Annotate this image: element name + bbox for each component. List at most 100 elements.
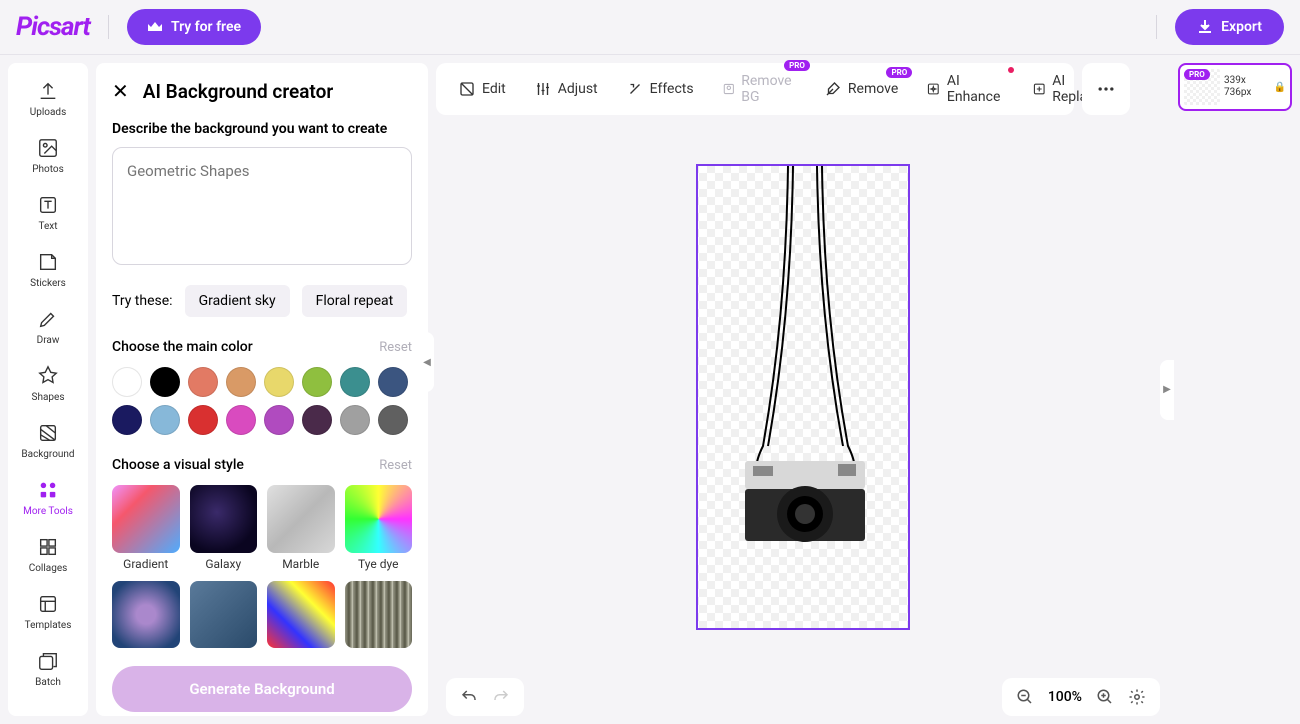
sidebar-item-collages[interactable]: Collages: [16, 529, 80, 580]
color-swatch[interactable]: [264, 405, 294, 435]
export-label: Export: [1221, 19, 1262, 35]
effects-icon: [626, 80, 644, 98]
sidebar-item-uploads[interactable]: Uploads: [16, 73, 80, 124]
artboard[interactable]: [696, 164, 910, 630]
try-free-button[interactable]: Try for free: [127, 9, 261, 45]
style-option[interactable]: Galaxy: [190, 485, 258, 571]
color-swatch[interactable]: [188, 405, 218, 435]
color-swatch[interactable]: [302, 367, 332, 397]
redo-button[interactable]: [492, 688, 510, 706]
ai-enhance-button[interactable]: AI Enhance: [914, 65, 1016, 113]
sidebar-item-templates[interactable]: Templates: [16, 586, 80, 637]
color-swatch[interactable]: [150, 405, 180, 435]
settings-button[interactable]: [1128, 688, 1146, 706]
style-option[interactable]: Gradient: [112, 485, 180, 571]
color-swatch[interactable]: [150, 367, 180, 397]
generate-background-button[interactable]: Generate Background: [112, 666, 412, 712]
next-panel-button[interactable]: ▶: [1160, 360, 1174, 420]
background-icon: [36, 421, 60, 445]
stickers-icon: [36, 250, 60, 274]
edit-button[interactable]: Edit: [446, 72, 518, 106]
color-swatch[interactable]: [378, 405, 408, 435]
color-swatch[interactable]: [264, 367, 294, 397]
canvas-toolbar: Edit Adjust Effects Remove BG PRO Remove…: [436, 63, 1074, 115]
enhance-icon: [926, 80, 941, 98]
reset-style-button[interactable]: Reset: [379, 458, 412, 473]
color-swatch[interactable]: [112, 367, 142, 397]
left-sidebar: Uploads Photos Text Stickers Draw Shapes…: [8, 63, 88, 716]
zoom-out-button[interactable]: [1016, 688, 1034, 706]
color-swatch[interactable]: [112, 405, 142, 435]
adjust-icon: [534, 80, 552, 98]
effects-button[interactable]: Effects: [614, 72, 706, 106]
color-swatch[interactable]: [188, 367, 218, 397]
undo-button[interactable]: [460, 688, 478, 706]
style-thumbnail: [267, 581, 335, 649]
remove-icon: [824, 80, 842, 98]
logo: Picsart: [16, 12, 90, 42]
style-thumbnail: [112, 485, 180, 553]
suggestion-floral-repeat[interactable]: Floral repeat: [302, 285, 408, 317]
batch-icon: [36, 649, 60, 673]
divider: [108, 15, 109, 39]
canvas-stage[interactable]: [436, 125, 1170, 668]
more-tools-button[interactable]: [1082, 63, 1130, 115]
canvas-image: [698, 166, 912, 632]
canvas-zone: Edit Adjust Effects Remove BG PRO Remove…: [436, 63, 1170, 716]
sidebar-item-more-tools[interactable]: More Tools: [16, 472, 80, 523]
sidebar-item-label: Uploads: [30, 107, 66, 118]
divider: [1156, 15, 1157, 39]
layer-thumbnail[interactable]: PRO 339x 736px 🔒: [1178, 63, 1292, 111]
export-button[interactable]: Export: [1175, 9, 1284, 45]
edit-icon: [458, 80, 476, 98]
remove-bg-button[interactable]: Remove BG PRO: [710, 65, 808, 113]
color-swatch[interactable]: [302, 405, 332, 435]
pro-badge: PRO: [886, 67, 912, 78]
layers-panel: PRO 339x 736px 🔒: [1178, 63, 1292, 716]
style-option[interactable]: [345, 581, 413, 649]
reset-color-button[interactable]: Reset: [379, 340, 412, 355]
color-swatch[interactable]: [226, 367, 256, 397]
color-swatch[interactable]: [340, 367, 370, 397]
replace-icon: [1032, 80, 1046, 98]
close-panel-button[interactable]: ✕: [112, 79, 129, 103]
sidebar-item-draw[interactable]: Draw: [16, 301, 80, 352]
tool-label: Edit: [482, 81, 506, 97]
sidebar-item-batch[interactable]: Batch: [16, 643, 80, 694]
sidebar-item-text[interactable]: Text: [16, 187, 80, 238]
panel-title: AI Background creator: [143, 80, 333, 103]
sidebar-item-label: Shapes: [32, 392, 65, 403]
ellipsis-icon: [1096, 79, 1116, 99]
undo-redo-bar: [446, 678, 524, 716]
photos-icon: [36, 136, 60, 160]
style-grid: GradientGalaxyMarbleTye dye: [112, 485, 412, 648]
zoom-in-button[interactable]: [1096, 688, 1114, 706]
color-swatch[interactable]: [226, 405, 256, 435]
color-section-title: Choose the main color: [112, 339, 253, 355]
crown-icon: [147, 21, 163, 33]
style-section-title: Choose a visual style: [112, 457, 244, 473]
app-header: Picsart Try for free Export: [0, 0, 1300, 55]
sidebar-item-stickers[interactable]: Stickers: [16, 244, 80, 295]
color-swatch[interactable]: [378, 367, 408, 397]
collapse-panel-button[interactable]: ◀: [420, 332, 434, 392]
style-option[interactable]: Marble: [267, 485, 335, 571]
remove-button[interactable]: Remove PRO: [812, 72, 910, 106]
text-icon: [36, 193, 60, 217]
prompt-input[interactable]: [112, 147, 412, 265]
style-option[interactable]: [112, 581, 180, 649]
try-these-label: Try these:: [112, 293, 173, 309]
suggestion-gradient-sky[interactable]: Gradient sky: [185, 285, 290, 317]
sidebar-item-label: Batch: [35, 677, 61, 688]
adjust-button[interactable]: Adjust: [522, 72, 610, 106]
style-option[interactable]: [190, 581, 258, 649]
sidebar-item-photos[interactable]: Photos: [16, 130, 80, 181]
style-option[interactable]: [267, 581, 335, 649]
sidebar-item-label: Text: [38, 221, 57, 232]
tool-label: Remove: [848, 81, 898, 97]
color-swatch[interactable]: [340, 405, 370, 435]
sidebar-item-background[interactable]: Background: [16, 415, 80, 466]
tool-label: Adjust: [558, 81, 598, 97]
sidebar-item-shapes[interactable]: Shapes: [16, 358, 80, 409]
style-option[interactable]: Tye dye: [345, 485, 413, 571]
